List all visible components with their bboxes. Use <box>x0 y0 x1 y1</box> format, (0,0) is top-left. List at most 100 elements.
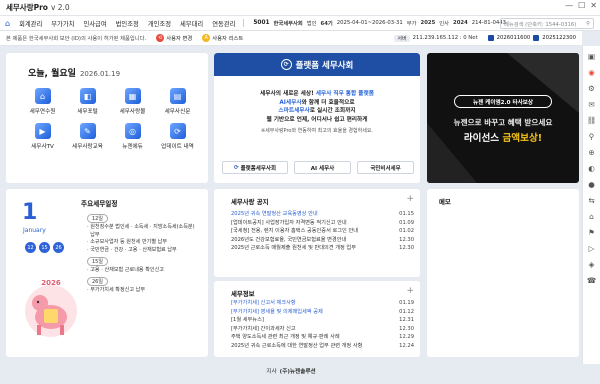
item-date: 12.31 <box>399 317 414 324</box>
schedule-marks: 12 15 26 <box>25 242 64 253</box>
shortcut-tax-news[interactable]: ▤ 세무사신문 <box>155 88 200 115</box>
svg-text:2026: 2026 <box>41 279 61 287</box>
list-item[interactable]: [업데이트공지] 사업장가입자 자격변동 적기신고 안내 01.09 <box>231 219 414 228</box>
menu-corporate[interactable]: 법인조정 <box>116 19 139 28</box>
education-icon: ✎ <box>79 123 96 139</box>
list-item[interactable]: 2026년도 건강보험료율, 국민연금보험료율 변경안내 12.30 <box>231 236 414 245</box>
menu-integration[interactable]: 연동관리 <box>212 19 235 28</box>
toolbar-icon-13[interactable]: ▷ <box>589 244 595 253</box>
shortcut-tax-mall[interactable]: ▦ 세무사랑몰 <box>110 88 155 115</box>
toolbar-icon-10[interactable]: ⇆ <box>588 196 594 205</box>
more-plus-icon[interactable]: + <box>406 286 414 296</box>
platform-logo-icon: ⟳ <box>280 59 292 70</box>
citizen-secretary-button[interactable]: 국민비서세무 <box>357 161 414 174</box>
ai-tax-button[interactable]: AI 세무사 <box>294 161 351 174</box>
toolbar-icon-7[interactable]: ⊕ <box>588 148 594 157</box>
toolbar-icon-8[interactable]: ◐ <box>588 164 595 173</box>
item-date: 12.30 <box>399 236 414 243</box>
search-icon[interactable]: ⚲ <box>586 21 590 27</box>
item-title: 2025년 귀속 연말정산 교육동영상 안내 <box>231 211 318 217</box>
toolbar-icon-6[interactable]: ⚲ <box>589 132 595 141</box>
item-date: 01.09 <box>399 219 414 226</box>
title-bar: 세무사랑Pro v 2.0 — ☐ ✕ <box>0 0 600 16</box>
version-2: 2025122300 <box>542 35 576 41</box>
list-item[interactable]: [국세청] 전용, 렌지 이용자 홈택스 공동인증서 로그인 안내 01.02 <box>231 227 414 236</box>
list-item[interactable]: 2025년 귀속 연말정산 교육동영상 안내 01.15 <box>231 210 414 219</box>
tax-info-panel: 세무정보 + [부가가치세] 신고서 체크사항 01.19 [부가가치세] 영세율… <box>214 281 420 357</box>
more-plus-icon[interactable]: + <box>406 194 414 204</box>
toolbar-icon-14[interactable]: ◈ <box>589 260 595 269</box>
close-icon[interactable]: ✕ <box>590 1 597 10</box>
schedule-mark[interactable]: 26 <box>53 242 64 253</box>
menu-agency[interactable]: 세무대리 <box>180 19 203 28</box>
schedule-item: · 고용 · 산재보험 근로내용 확인신고 <box>87 266 164 273</box>
toolbar-icon-11[interactable]: ⌂ <box>589 212 594 221</box>
toolbar-icon-4[interactable]: ✉ <box>588 100 594 109</box>
menu-vat[interactable]: 부가가치 <box>51 19 74 28</box>
list-item[interactable]: 2025년 귀속 근로소득에 대한 연말정산 업무 관련 개정 사항 12.24 <box>231 342 414 351</box>
shortcut-tax-academy[interactable]: ⌂ 세무연수원 <box>20 88 65 115</box>
list-item[interactable]: 2025년 근로소득 매월제출 원천세 및 반대의견 개정 업무 12.30 <box>231 244 414 253</box>
list-item[interactable]: [부가가치세] 간이과세자 신고 12.30 <box>231 325 414 334</box>
server-tag: 서버 <box>394 34 410 42</box>
newgen-edu-icon: ◎ <box>124 123 141 139</box>
shortcut-label: 세무사신문 <box>164 109 191 115</box>
item-date: 12.24 <box>399 342 414 349</box>
company-name[interactable]: 한국세무사회 <box>274 19 303 27</box>
platform-header[interactable]: ⟳ 플랫폼 세무사회 <box>214 53 420 76</box>
promo-banner[interactable]: 뉴젠 케이엠2.0 타사보상 뉴젠으로 바꾸고 혜택 받으세요 라이선스 금액보… <box>427 53 579 183</box>
toolbar-icon-12[interactable]: ⚑ <box>588 228 595 237</box>
user-change-button[interactable]: ⟲ 사용자 변경 <box>156 34 192 42</box>
toolbar-icon-9[interactable]: ● <box>588 180 595 189</box>
hr-label: 인사 <box>439 21 450 27</box>
maximize-icon[interactable]: ☐ <box>578 1 585 10</box>
list-item[interactable]: [부가가치세] 영세율 및 의제매입세액 공제 01.12 <box>231 308 414 317</box>
menu-search-input[interactable]: 메뉴검색 (단축키: 1544-0316) ⚲ <box>500 18 594 29</box>
toolbar-icon-3[interactable]: ⚙ <box>588 84 595 93</box>
shortcut-tax-portal[interactable]: ◧ 세무포털 <box>65 88 110 115</box>
shortcut-update-history[interactable]: ⟳ 업데이트 내역 <box>155 123 200 150</box>
schedule-day-tag: 15일 <box>87 256 108 266</box>
item-title: 2025년 귀속 근로소득에 대한 연말정산 업무 관련 개정 사항 <box>231 342 363 349</box>
shortcut-education[interactable]: ✎ 세무사랑교육 <box>65 123 110 150</box>
schedule-mark[interactable]: 12 <box>25 242 36 253</box>
user-list-button[interactable]: A 사용자 리스트 <box>202 34 243 42</box>
platform-tax-society-button[interactable]: ⟳ 플랫폼세무사회 <box>222 161 288 174</box>
toolbar-icon-15[interactable]: ☎ <box>587 276 596 285</box>
item-date: 01.15 <box>399 211 414 217</box>
toolbar-icon-2[interactable]: ◉ <box>588 68 595 77</box>
shortcut-newgen-edu[interactable]: ◎ 뉴젠에듀 <box>110 123 155 150</box>
vat-year[interactable]: 2025 <box>421 20 436 26</box>
home-icon[interactable]: ⌂ <box>5 19 10 28</box>
tax-info-list: [부가가치세] 신고서 체크사항 01.19 [부가가치세] 영세율 및 의제매입… <box>231 299 414 351</box>
list-item[interactable]: [부가가치세] 신고서 체크사항 01.19 <box>231 299 414 308</box>
list-item[interactable]: 주택 양도소득세 관련 최근 개정 및 예규·판례 사례 12.29 <box>231 333 414 342</box>
item-date: 12.29 <box>399 334 414 341</box>
version-icon-2 <box>533 35 540 41</box>
menu-personal[interactable]: 개인조정 <box>148 19 171 28</box>
announcements-panel: 세무사랑 공지 + 2025년 귀속 연말정산 교육동영상 안내 01.15 [업… <box>214 189 420 277</box>
shortcut-label: 세무포털 <box>77 109 98 115</box>
minimize-icon[interactable]: — <box>565 1 573 10</box>
fiscal-period: 2025-04-01~2026-03-31 <box>336 20 403 26</box>
schedule-mark[interactable]: 15 <box>39 242 50 253</box>
company-code[interactable]: 5001 <box>253 20 269 26</box>
button-label: AI 세무사 <box>310 165 335 172</box>
app-name: 세무사랑Pro v 2.0 <box>6 3 70 12</box>
toolbar-icon-5[interactable]: ⛓ <box>587 116 597 125</box>
item-title: [국세청] 전용, 렌지 이용자 홈택스 공동인증서 로그인 안내 <box>231 228 359 235</box>
hr-year[interactable]: 2024 <box>453 20 468 26</box>
memo-panel[interactable]: 메모 <box>427 189 579 357</box>
menu-payroll[interactable]: 인사급여 <box>83 19 106 28</box>
footer-label: 지사 <box>266 369 277 375</box>
button-label: 플랫폼세무사회 <box>240 165 277 172</box>
shortcut-tax-tv[interactable]: ▶ 세무사TV <box>20 123 65 150</box>
toolbar-icon-1[interactable]: ▣ <box>588 52 595 61</box>
item-title: [1월 세무뉴스] <box>231 317 264 324</box>
list-item[interactable]: [1월 세무뉴스] 12.31 <box>231 316 414 325</box>
menu-accounting[interactable]: 회계관리 <box>19 19 42 28</box>
announcements-list: 2025년 귀속 연말정산 교육동영상 안내 01.15 [업데이트공지] 사업장… <box>231 210 414 253</box>
footer-company[interactable]: (주)뉴젠솔루션 <box>280 369 316 375</box>
schedule-day: 1 <box>22 200 38 225</box>
schedule-item: · 소규모사업자 등 원천세 반기별 납부 <box>87 239 168 246</box>
